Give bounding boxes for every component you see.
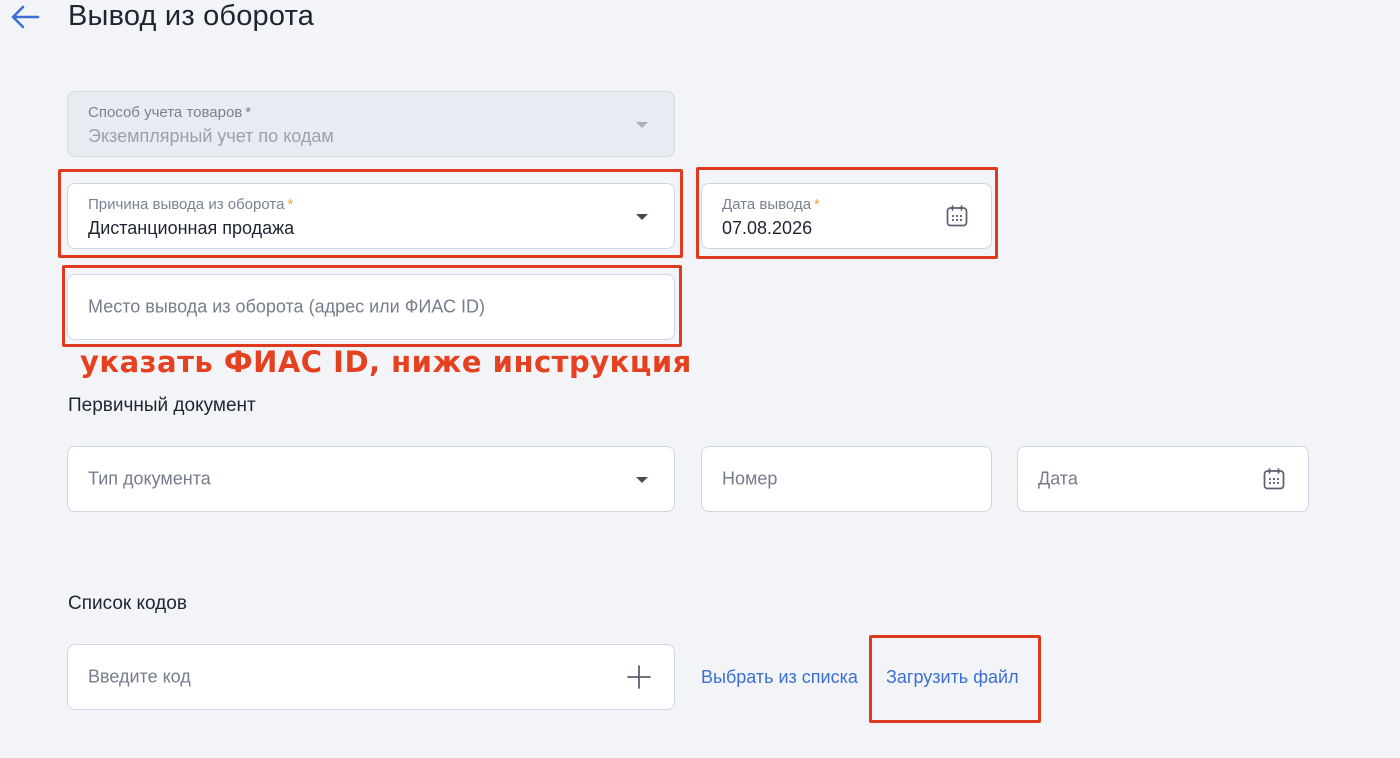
plus-icon[interactable] (626, 664, 652, 690)
annotation-note: указать ФИАС ID, ниже инструкция (80, 345, 692, 379)
withdrawal-date-label: Дата вывода * (722, 196, 820, 213)
codes-list-title: Список кодов (68, 593, 187, 614)
withdrawal-place-placeholder: Место вывода из оборота (адрес или ФИАС … (88, 296, 485, 317)
chevron-down-icon[interactable] (636, 214, 648, 220)
withdrawal-reason-label: Причина вывода из оборота * (88, 196, 294, 213)
upload-file-link[interactable]: Загрузить файл (886, 667, 1019, 688)
required-mark: * (814, 196, 820, 213)
document-date-field[interactable]: Дата (1017, 446, 1309, 512)
withdrawal-reason-select[interactable]: Причина вывода из оборота * Дистанционная… (67, 183, 675, 249)
chevron-down-icon (636, 122, 648, 128)
accounting-method-select: Способ учета товаров * Экземплярный учет … (67, 91, 675, 157)
required-mark: * (287, 196, 294, 213)
calendar-icon[interactable] (1262, 467, 1286, 491)
withdrawal-date-value: 07.08.2026 (722, 218, 813, 238)
document-type-placeholder: Тип документа (88, 468, 211, 489)
document-number-input[interactable]: Номер (701, 446, 992, 512)
code-input-placeholder: Введите код (88, 666, 191, 687)
chevron-down-icon[interactable] (636, 477, 648, 483)
document-date-placeholder: Дата (1038, 468, 1078, 489)
select-from-list-link[interactable]: Выбрать из списка (701, 667, 858, 688)
withdrawal-reason-value: Дистанционная продажа (88, 218, 295, 238)
page-title: Вывод из оборота (68, 0, 315, 32)
accounting-method-value: Экземплярный учет по кодам (88, 126, 334, 146)
withdrawal-date-field[interactable]: Дата вывода * 07.08.2026 (701, 183, 992, 249)
code-input[interactable]: Введите код (67, 644, 675, 710)
document-type-select[interactable]: Тип документа (67, 446, 675, 512)
back-arrow-icon[interactable] (8, 2, 42, 32)
required-mark: * (245, 104, 252, 121)
document-number-placeholder: Номер (722, 468, 778, 489)
primary-document-title: Первичный документ (68, 395, 256, 416)
accounting-method-label: Способ учета товаров * (88, 104, 252, 121)
withdrawal-place-input[interactable]: Место вывода из оборота (адрес или ФИАС … (67, 274, 675, 340)
calendar-icon[interactable] (945, 204, 969, 228)
page: Вывод из оборота Способ учета товаров * Э… (0, 0, 1400, 758)
